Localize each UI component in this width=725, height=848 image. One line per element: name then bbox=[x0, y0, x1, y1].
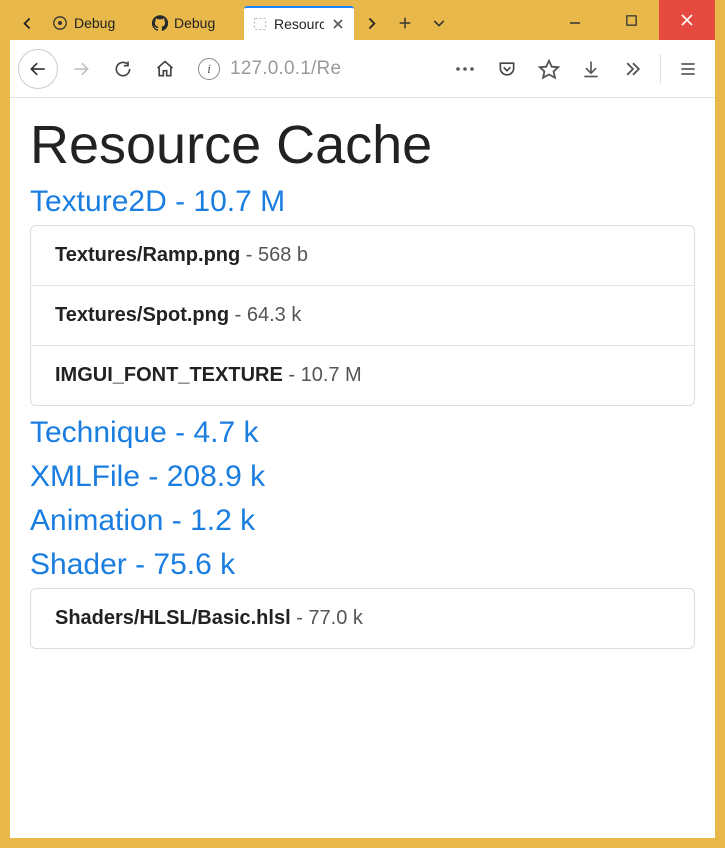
scroll-tabs-left-button[interactable] bbox=[10, 6, 44, 40]
ellipsis-icon bbox=[454, 65, 476, 73]
tab-strip: Debug Debug Resourc bbox=[10, 0, 547, 40]
group-separator: - bbox=[167, 416, 194, 449]
resource-list: Textures/Ramp.png - 568 bTextures/Spot.p… bbox=[30, 225, 695, 406]
group-size: 208.9 k bbox=[167, 460, 265, 493]
maximize-button[interactable] bbox=[603, 0, 659, 40]
forward-button[interactable] bbox=[62, 50, 100, 88]
resource-group-heading[interactable]: XMLFile - 208.9 k bbox=[30, 460, 695, 494]
plus-icon bbox=[397, 15, 413, 31]
pocket-icon bbox=[497, 59, 517, 79]
bookmark-button[interactable] bbox=[530, 50, 568, 88]
resource-group-heading[interactable]: Technique - 4.7 k bbox=[30, 416, 695, 450]
resource-separator: - bbox=[229, 304, 247, 326]
scroll-tabs-right-button[interactable] bbox=[354, 6, 388, 40]
group-size: 4.7 k bbox=[193, 416, 258, 449]
resource-separator: - bbox=[283, 364, 301, 386]
blank-favicon-icon bbox=[252, 16, 268, 32]
url-text: 127.0.0.1/Re bbox=[230, 58, 341, 80]
chevron-down-icon bbox=[431, 15, 447, 31]
resource-size: 64.3 k bbox=[247, 304, 301, 326]
resource-group-heading[interactable]: Texture2D - 10.7 M bbox=[30, 185, 695, 219]
close-window-button[interactable] bbox=[659, 0, 715, 40]
resource-path: Textures/Spot.png bbox=[55, 304, 229, 326]
resource-path: Shaders/HLSL/Basic.hlsl bbox=[55, 607, 291, 629]
resource-path: Textures/Ramp.png bbox=[55, 244, 240, 266]
tab-1[interactable]: Debug bbox=[144, 6, 244, 40]
resource-separator: - bbox=[291, 607, 309, 629]
group-separator: - bbox=[163, 504, 190, 537]
resource-row[interactable]: Shaders/HLSL/Basic.hlsl - 77.0 k bbox=[31, 589, 694, 648]
circle-dot-icon bbox=[52, 15, 68, 31]
tab-label: Debug bbox=[74, 15, 136, 31]
page-actions-button[interactable] bbox=[446, 50, 484, 88]
github-icon bbox=[152, 15, 168, 31]
chevron-right-icon bbox=[363, 15, 380, 32]
resource-group-heading[interactable]: Shader - 75.6 k bbox=[30, 548, 695, 582]
reload-button[interactable] bbox=[104, 50, 142, 88]
window-controls bbox=[547, 0, 715, 40]
star-icon bbox=[538, 58, 560, 80]
browser-toolbar: i 127.0.0.1/Re bbox=[10, 40, 715, 98]
group-name: XMLFile bbox=[30, 460, 140, 493]
resource-row[interactable]: IMGUI_FONT_TEXTURE - 10.7 M bbox=[31, 345, 694, 405]
back-button[interactable] bbox=[18, 49, 58, 89]
app-menu-button[interactable] bbox=[669, 50, 707, 88]
resource-group-heading[interactable]: Animation - 1.2 k bbox=[30, 504, 695, 538]
double-chevron-right-icon bbox=[623, 59, 643, 79]
group-name: Animation bbox=[30, 504, 163, 537]
group-size: 10.7 M bbox=[193, 185, 285, 218]
group-name: Shader bbox=[30, 548, 127, 581]
group-size: 75.6 k bbox=[153, 548, 235, 581]
overflow-button[interactable] bbox=[614, 50, 652, 88]
titlebar: Debug Debug Resourc bbox=[10, 0, 715, 40]
arrow-left-icon bbox=[28, 59, 48, 79]
resource-separator: - bbox=[240, 244, 258, 266]
close-tab-button[interactable] bbox=[330, 16, 346, 32]
reader-mode-button[interactable] bbox=[488, 50, 526, 88]
group-name: Texture2D bbox=[30, 185, 167, 218]
resource-row[interactable]: Textures/Spot.png - 64.3 k bbox=[31, 285, 694, 345]
group-separator: - bbox=[127, 548, 154, 581]
download-icon bbox=[581, 59, 601, 79]
home-button[interactable] bbox=[146, 50, 184, 88]
tab-2[interactable]: Resourc bbox=[244, 6, 354, 40]
reload-icon bbox=[113, 59, 133, 79]
resource-path: IMGUI_FONT_TEXTURE bbox=[55, 364, 283, 386]
arrow-right-icon bbox=[71, 59, 91, 79]
group-separator: - bbox=[140, 460, 167, 493]
group-separator: - bbox=[167, 185, 194, 218]
resource-row[interactable]: Textures/Ramp.png - 568 b bbox=[31, 226, 694, 285]
resource-size: 77.0 k bbox=[308, 607, 362, 629]
tab-0[interactable]: Debug bbox=[44, 6, 144, 40]
page-content: Resource Cache Texture2D - 10.7 MTexture… bbox=[10, 98, 715, 838]
toolbar-separator bbox=[660, 54, 661, 84]
minimize-button[interactable] bbox=[547, 0, 603, 40]
group-name: Technique bbox=[30, 416, 167, 449]
hamburger-icon bbox=[678, 59, 698, 79]
list-all-tabs-button[interactable] bbox=[422, 6, 456, 40]
page-title: Resource Cache bbox=[30, 116, 695, 175]
resource-list: Shaders/HLSL/Basic.hlsl - 77.0 k bbox=[30, 588, 695, 649]
new-tab-button[interactable] bbox=[388, 6, 422, 40]
tab-label: Debug bbox=[174, 15, 236, 31]
group-size: 1.2 k bbox=[190, 504, 255, 537]
home-icon bbox=[155, 59, 175, 79]
site-info-icon[interactable]: i bbox=[198, 58, 220, 80]
downloads-button[interactable] bbox=[572, 50, 610, 88]
tab-label: Resourc bbox=[274, 16, 324, 32]
resource-size: 10.7 M bbox=[301, 364, 362, 386]
address-bar[interactable]: i 127.0.0.1/Re bbox=[192, 50, 438, 88]
chevron-left-icon bbox=[19, 15, 36, 32]
resource-size: 568 b bbox=[258, 244, 308, 266]
